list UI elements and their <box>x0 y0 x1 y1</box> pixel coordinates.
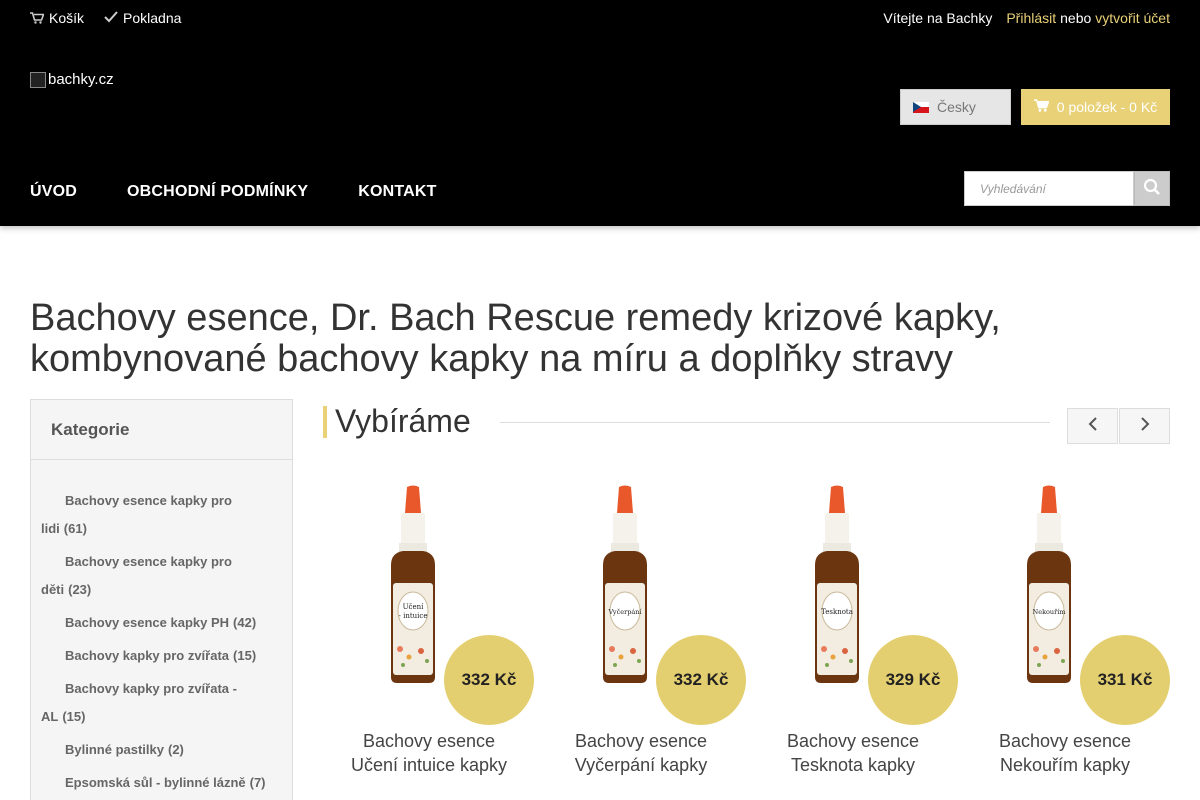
category-count: (15) <box>233 648 257 663</box>
cart-summary-label: 0 položek - 0 Kč <box>1056 99 1158 115</box>
checkout-link-label: Pokladna <box>123 10 182 26</box>
category-item: Bachovy esence kapky PH (42) <box>41 609 282 637</box>
category-item: Bachovy esence kapky pro lidi (61) <box>41 487 251 543</box>
category-count: (15) <box>62 709 86 724</box>
product-card[interactable]: Nekouřím 331 Kč Bachovy esence Nekouřím … <box>959 485 1171 800</box>
category-name: Bachovy esence kapky PH <box>65 615 230 630</box>
product-name-line: Učení intuice kapky <box>350 755 508 775</box>
search-icon <box>1143 178 1161 199</box>
language-selector[interactable]: Česky <box>900 89 1011 125</box>
bottle-label-text: Tesknota <box>821 608 853 616</box>
category-link[interactable]: Bachovy kapky pro zvířata <box>41 648 229 663</box>
chevron-right-icon <box>1140 416 1150 436</box>
product-card[interactable]: Vyčerpání 332 Kč Bachovy esence Vyčerpán… <box>535 485 747 800</box>
product-bottle-image[interactable]: Učení - intuice <box>383 485 443 685</box>
category-name: Epsomská sůl - bylinné lázně <box>65 775 246 790</box>
welcome-text: Vítejte na Bachky <box>883 10 993 26</box>
product-name-line: Bachovy esence <box>362 731 496 751</box>
carousel-prev-button[interactable] <box>1067 408 1118 444</box>
featured-heading: Vybíráme <box>323 403 471 439</box>
category-name: Bachovy kapky pro zvířata <box>65 648 230 663</box>
cart-icon <box>1033 99 1050 115</box>
product-name-line: Bachovy esence <box>998 731 1132 751</box>
price-badge: 332 Kč <box>656 635 746 725</box>
broken-image-icon <box>30 71 46 88</box>
category-sidebar: Kategorie Bachovy esence kapky pro lidi(… <box>30 399 293 800</box>
product-name-line: Nekouřím kapky <box>999 755 1131 775</box>
product-bottle-image[interactable]: Vyčerpání <box>595 485 655 685</box>
nav-item-contact[interactable]: Kontakt <box>358 183 436 201</box>
sidebar-title: Kategorie <box>31 400 292 460</box>
page-title: Bachovy esence, Dr. Bach Rescue remedy k… <box>30 297 1001 380</box>
heading-divider <box>500 422 1050 423</box>
category-count: (2) <box>167 742 184 757</box>
main-nav: Úvod Obchodní podmínky Kontakt <box>30 183 437 201</box>
category-count: (7) <box>249 775 266 790</box>
login-link[interactable]: Přihlásit <box>1006 10 1056 26</box>
product-bottle-image[interactable]: Nekouřím <box>1019 485 1079 685</box>
product-name[interactable]: Bachovy esence Tesknota kapky <box>747 729 959 777</box>
category-count: (61) <box>63 521 87 536</box>
product-name-line: Bachovy esence <box>786 731 920 751</box>
top-bar: Košík Pokladna Vítejte na Bachky Přihlás… <box>30 10 1170 28</box>
bottle-label-text: Nekouřím <box>1033 608 1066 616</box>
heading-accent-bar <box>323 405 327 438</box>
logo-alt-text: bachky.cz <box>48 71 114 88</box>
category-count: (23) <box>68 582 92 597</box>
or-text: nebo <box>1060 10 1092 26</box>
language-label: Česky <box>937 99 976 115</box>
checkmark-icon <box>104 10 118 26</box>
site-header: Košík Pokladna Vítejte na Bachky Přihlás… <box>0 0 1200 226</box>
nav-item-terms[interactable]: Obchodní podmínky <box>127 183 308 201</box>
price-badge: 332 Kč <box>444 635 534 725</box>
cart-icon <box>30 12 44 24</box>
product-name-line: Bachovy esence <box>574 731 708 751</box>
category-count: (42) <box>233 615 257 630</box>
nav-item-home[interactable]: Úvod <box>30 183 77 201</box>
category-item: Bylinné pastilky (2) <box>41 736 282 764</box>
cart-link[interactable]: Košík <box>30 10 84 26</box>
register-link[interactable]: vytvořit účet <box>1095 10 1170 26</box>
product-name[interactable]: Bachovy esence Učení intuice kapky <box>323 729 535 777</box>
product-card[interactable]: Tesknota 329 Kč Bachovy esence Tesknota … <box>747 485 959 800</box>
category-name: Bylinné pastilky <box>65 742 164 757</box>
site-logo[interactable]: bachky.cz <box>30 71 114 88</box>
price-badge: 331 Kč <box>1080 635 1170 725</box>
search-button[interactable] <box>1134 171 1170 206</box>
carousel-next-button[interactable] <box>1119 408 1170 444</box>
product-name[interactable]: Bachovy esence Vyčerpání kapky <box>535 729 747 777</box>
checkout-link[interactable]: Pokladna <box>104 10 181 26</box>
category-link[interactable]: Epsomská sůl - bylinné lázně <box>41 775 246 790</box>
category-item: Epsomská sůl - bylinné lázně (7) <box>41 769 282 797</box>
product-name-line: Tesknota kapky <box>790 755 916 775</box>
bottle-label-text: Vyčerpání <box>608 608 643 616</box>
product-bottle-image[interactable]: Tesknota <box>807 485 867 685</box>
cart-link-label: Košík <box>49 10 85 26</box>
czech-flag-icon <box>913 101 929 113</box>
bottle-label-text: Učení <box>403 603 424 611</box>
bottle-label-text: - intuice <box>399 612 428 620</box>
product-name-line: Vyčerpání kapky <box>574 755 708 775</box>
search-bar <box>964 171 1170 206</box>
cart-summary-button[interactable]: 0 položek - 0 Kč <box>1021 89 1170 125</box>
category-link[interactable]: Bylinné pastilky <box>41 742 164 757</box>
search-input[interactable] <box>964 171 1134 206</box>
price-badge: 329 Kč <box>868 635 958 725</box>
chevron-left-icon <box>1088 416 1098 436</box>
category-item: Bachovy esence kapky pro děti (23) <box>41 548 251 604</box>
category-item: Bachovy kapky pro zvířata - AL (15) <box>41 675 251 731</box>
product-name[interactable]: Bachovy esence Nekouřím kapky <box>959 729 1171 777</box>
featured-title: Vybíráme <box>335 403 471 439</box>
category-link[interactable]: Bachovy esence kapky PH <box>41 615 229 630</box>
category-item: Bachovy kapky pro zvířata (15) <box>41 642 282 670</box>
product-card[interactable]: Učení - intuice 332 Kč Bachovy esence Uč… <box>323 485 535 800</box>
category-list: Bachovy esence kapky pro lidi (61) Bachov… <box>31 460 292 797</box>
